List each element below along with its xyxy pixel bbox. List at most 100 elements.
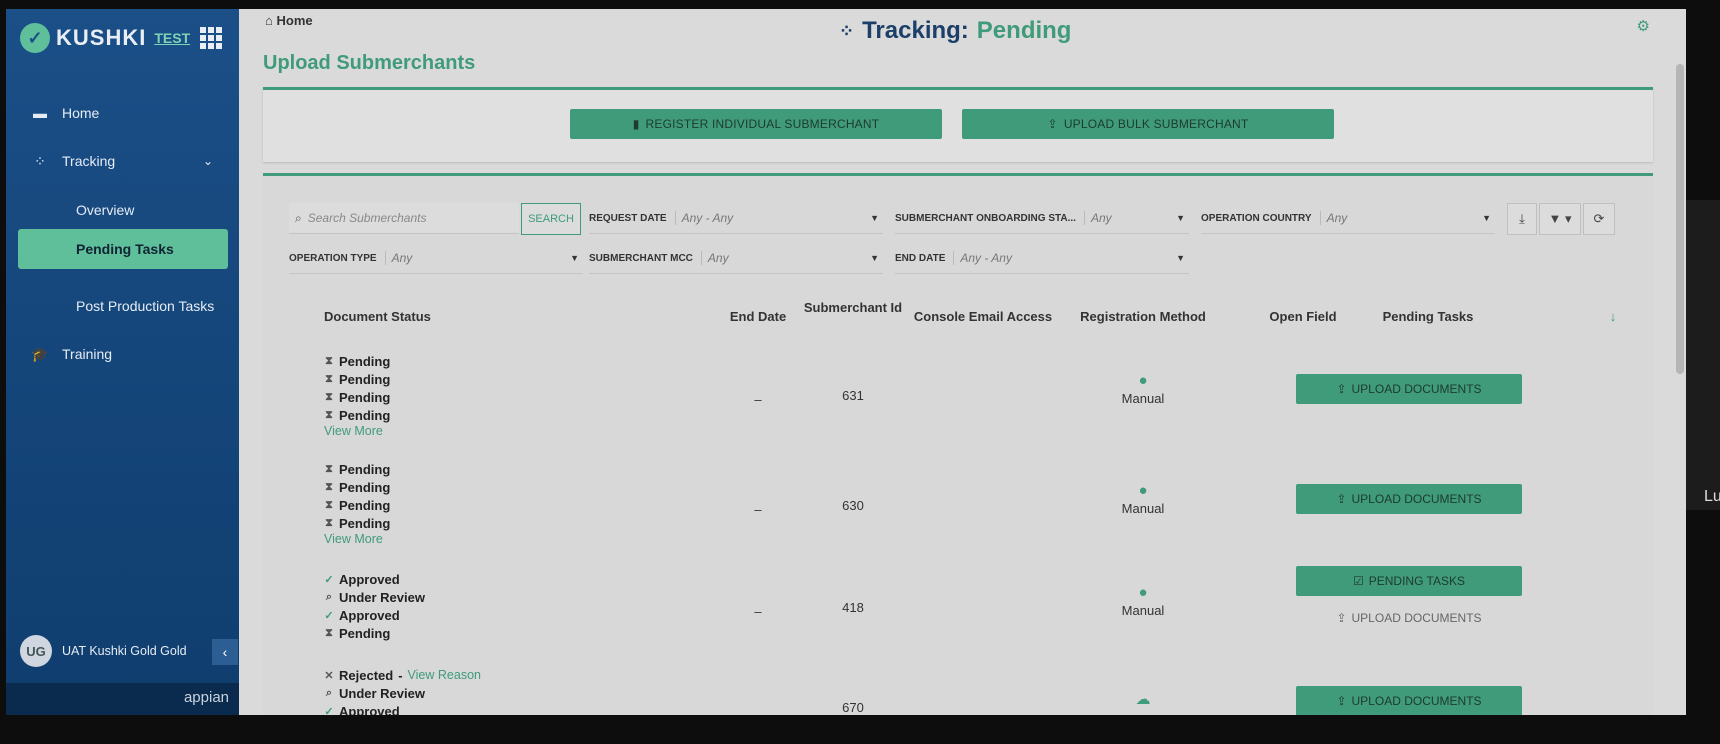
user-icon: ● xyxy=(1138,584,1148,601)
actions-card: ▮ REGISTER INDIVIDUAL SUBMERCHANT ⇪ UPLO… xyxy=(263,87,1653,162)
check-icon: ✓ xyxy=(324,705,334,716)
column-header-console-email-access[interactable]: Console Email Access xyxy=(903,309,1063,324)
kushki-logo-icon: ✓ xyxy=(20,23,50,53)
sidebar-item-training[interactable]: 🎓 Training xyxy=(6,334,239,374)
view-reason-link[interactable]: View Reason xyxy=(408,668,481,682)
filter-button[interactable]: ▼ ▾ xyxy=(1539,203,1581,235)
hourglass-icon: ⧗ xyxy=(325,408,333,421)
upload-bulk-submerchant-button[interactable]: ⇪ UPLOAD BULK SUBMERCHANT xyxy=(962,109,1334,139)
main-content: ⌂ Home ⁘ Tracking: Pending ⚙ Upload Subm… xyxy=(239,9,1686,715)
sidebar: ✓ KUSHKI TEST ▬ Home ⁘ Tracking ⌄ Overvi… xyxy=(6,9,239,715)
upload-documents-button[interactable]: ⇪ UPLOAD DOCUMENTS xyxy=(1296,484,1522,514)
breadcrumb[interactable]: ⌂ Home xyxy=(265,13,313,28)
vertical-scrollbar[interactable] xyxy=(1676,64,1684,374)
user-profile[interactable]: UG UAT Kushki Gold Gold xyxy=(20,635,187,667)
hourglass-icon: ⧗ xyxy=(325,626,333,639)
apps-grid-icon[interactable] xyxy=(200,27,222,49)
column-header-open-field[interactable]: Open Field xyxy=(1243,309,1363,324)
table-row: ✓ Approved ⌕ Under Review ✓ Approved ⧗ Pendi… xyxy=(324,570,425,642)
sidebar-item-tracking[interactable]: ⁘ Tracking ⌄ xyxy=(6,141,239,181)
sidebar-item-overview[interactable]: Overview xyxy=(6,190,239,230)
caret-down-icon: ▼ xyxy=(870,213,879,223)
operation-type-filter[interactable]: OPERATION TYPE Any ▼ xyxy=(289,243,583,274)
caret-down-icon: ▼ xyxy=(570,253,579,263)
search-icon: ⌕ xyxy=(295,210,302,225)
check-icon: ✓ xyxy=(324,573,334,586)
avatar: UG xyxy=(20,635,52,667)
pending-tasks-button[interactable]: ☑ PENDING TASKS xyxy=(1296,566,1522,596)
column-header-submerchant-id[interactable]: Submerchant Id xyxy=(803,300,903,315)
refresh-icon: ⟳ xyxy=(1593,211,1605,226)
gear-icon[interactable]: ⚙ xyxy=(1637,17,1650,35)
document-status: ✓ Approved xyxy=(324,702,481,716)
upload-icon: ⇪ xyxy=(1047,117,1058,131)
submerchant-id-cell: 418 xyxy=(842,600,864,615)
register-individual-submerchant-button[interactable]: ▮ REGISTER INDIVIDUAL SUBMERCHANT xyxy=(570,109,942,139)
column-header-end-date[interactable]: End Date xyxy=(723,309,793,324)
header-title-prefix: Tracking: xyxy=(862,17,969,44)
document-status: ⌕ Under Review xyxy=(325,589,425,605)
submerchant-onboarding-status-filter[interactable]: SUBMERCHANT ONBOARDING STA... Any ▼ xyxy=(895,203,1189,234)
upload-icon: ⇪ xyxy=(1336,694,1347,708)
table-row: ⧗ Pending ⧗ Pending ⧗ Pending ⧗ Pending View… xyxy=(324,352,390,442)
column-header-document-status[interactable]: Document Status xyxy=(324,309,431,324)
magnifier-icon: ⌕ xyxy=(325,686,333,699)
header-title-status: Pending xyxy=(976,17,1072,44)
chevron-down-icon: ⌄ xyxy=(202,154,213,168)
view-more-link[interactable]: View More xyxy=(324,532,390,550)
sidebar-item-label: Training xyxy=(62,346,113,362)
collapse-sidebar-button[interactable]: ‹ xyxy=(212,639,238,665)
breadcrumb-home: Home xyxy=(276,13,313,28)
upload-icon: ⇪ xyxy=(1336,492,1347,506)
hourglass-icon: ⧗ xyxy=(325,354,333,367)
search-input[interactable]: ⌕ Search Submerchants xyxy=(289,203,519,234)
document-status: ⌕ Under Review xyxy=(325,685,425,701)
sort-arrow-icon[interactable]: ↓ xyxy=(1603,309,1623,324)
user-icon: ● xyxy=(1138,372,1148,389)
upload-icon: ⇪ xyxy=(1336,382,1347,396)
view-more-link[interactable]: View More xyxy=(324,424,390,442)
upload-documents-button[interactable]: ⇪ UPLOAD DOCUMENTS xyxy=(1296,686,1522,715)
end-date-filter[interactable]: END DATE Any - Any ▼ xyxy=(895,243,1189,274)
submerchants-grid-card: ⌕ Search Submerchants SEARCH REQUEST DAT… xyxy=(263,173,1653,715)
refresh-button[interactable]: ⟳ xyxy=(1583,203,1615,235)
column-header-registration-method[interactable]: Registration Method xyxy=(1063,309,1223,324)
document-status: ⧗ Pending xyxy=(325,461,391,477)
checklist-icon: ☑ xyxy=(1352,574,1364,588)
brand-logo[interactable]: ✓ KUSHKI TEST xyxy=(20,23,190,53)
document-status: ⧗ Pending xyxy=(325,407,391,423)
sidebar-item-pending-tasks[interactable]: Pending Tasks xyxy=(18,229,228,269)
upload-documents-button[interactable]: ⇪ UPLOAD DOCUMENTS xyxy=(1296,374,1522,404)
upload-documents-link[interactable]: ⇪ UPLOAD DOCUMENTS xyxy=(1296,606,1522,630)
registration-method-cell: ● Manual xyxy=(1103,482,1183,516)
sidebar-item-home[interactable]: ▬ Home xyxy=(6,93,239,133)
hourglass-icon: ⧗ xyxy=(325,390,333,403)
filter-icon: ▼ ▾ xyxy=(1548,211,1572,226)
hourglass-icon: ⧗ xyxy=(325,516,333,529)
operation-country-filter[interactable]: OPERATION COUNTRY Any ▼ xyxy=(1201,203,1495,234)
request-date-filter[interactable]: REQUEST DATE Any - Any ▼ xyxy=(589,203,883,234)
tracking-spinner-icon: ⁘ xyxy=(839,20,855,41)
hourglass-icon: ⧗ xyxy=(325,372,333,385)
download-button[interactable]: ⤓ xyxy=(1507,203,1537,235)
cloud-upload-icon: ☁ xyxy=(1135,691,1151,708)
column-header-pending-tasks[interactable]: Pending Tasks xyxy=(1363,309,1493,324)
sidebar-item-label: Home xyxy=(62,105,100,121)
document-icon: ▮ xyxy=(632,117,640,131)
registration-method-cell: ● Manual xyxy=(1103,372,1183,406)
sidebar-item-post-production-tasks[interactable]: Post Production Tasks xyxy=(6,286,239,326)
document-status: ⧗ Pending xyxy=(325,371,391,387)
caret-down-icon: ▼ xyxy=(1176,253,1185,263)
environment-label: TEST xyxy=(154,30,191,46)
end-date-cell: – xyxy=(754,604,762,619)
magnifier-icon: ⌕ xyxy=(325,590,333,603)
page-header: ⁘ Tracking: Pending xyxy=(839,17,1071,45)
download-icon: ⤓ xyxy=(1519,211,1525,226)
document-status: ⧗ Pending xyxy=(325,353,391,369)
home-icon: ⌂ xyxy=(265,13,273,28)
search-button[interactable]: SEARCH xyxy=(521,203,581,235)
graduation-cap-icon: 🎓 xyxy=(31,345,49,362)
brand-name: KUSHKI xyxy=(56,25,147,50)
submerchant-mcc-filter[interactable]: SUBMERCHANT MCC Any ▼ xyxy=(589,243,883,274)
sidebar-item-label: Pending Tasks xyxy=(76,241,174,257)
